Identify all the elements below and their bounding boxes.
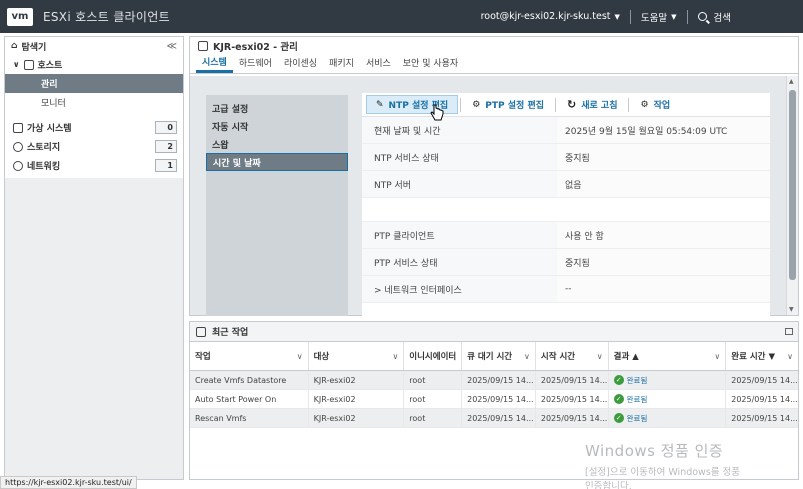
navigator-header: ⌂ 탐색기 ≪ (11, 40, 177, 53)
divider (628, 97, 630, 112)
nav-item-storage[interactable]: 스토리지 2 (5, 137, 183, 156)
count-badge: 2 (155, 140, 177, 153)
scroll-down-icon[interactable]: ▼ (789, 306, 794, 313)
chevron-down-icon: ▼ (614, 12, 620, 21)
detail-row-ntp-service-status: NTP 서비스 상태 중지됨 (362, 144, 770, 171)
vertical-scrollbar[interactable]: ▲ ▼ (786, 76, 798, 315)
subnav-advanced-settings[interactable]: 고급 설정 (206, 99, 348, 117)
tasks-grid-body: Create Vmfs Datastore KJR-esxi02 root 20… (190, 371, 798, 428)
navigator-panel: ⌂ 탐색기 ≪ ∨ 호스트 관리 모니터 가상 시스템 0 스토리지 2 네트워… (4, 36, 184, 480)
host-icon (198, 40, 208, 51)
chevron-down-icon[interactable]: ∨ (392, 352, 398, 361)
tasks-grid-header: 작업 ∨ 대상 ∨ 이니시에이터 큐 대기 시간 ∨ 시작 시간 ∨ 결과 ▲ ∨ 완료 … (190, 342, 798, 371)
chevron-down-icon[interactable]: ∨ (297, 352, 303, 361)
maximize-icon[interactable] (785, 328, 793, 335)
tab-system[interactable]: 시스템 (196, 55, 233, 73)
tab-security-users[interactable]: 보안 및 사용자 (397, 56, 464, 73)
host-icon (23, 59, 34, 70)
count-badge: 1 (155, 159, 177, 172)
table-row[interactable]: Auto Start Power On KJR-esxi02 root 2025… (190, 390, 798, 409)
column-header-task[interactable]: 작업 ∨ (190, 342, 309, 370)
success-check-icon: ✓ (613, 413, 624, 423)
vm-icon (13, 122, 23, 133)
vmware-logo: vm (7, 7, 33, 26)
column-header-initiator[interactable]: 이니시에이터 (404, 342, 463, 370)
gear-icon: ⚙ (640, 99, 649, 110)
success-check-icon: ✓ (613, 394, 624, 404)
recent-tasks-header: 최근 작업 (190, 322, 798, 342)
column-header-completed[interactable]: 완료 시간 ▼ ∨ (726, 342, 798, 370)
nav-item-manage[interactable]: 관리 (5, 74, 183, 93)
chevron-down-icon[interactable]: ∨ (524, 352, 530, 361)
app-title: ESXi 호스트 클라이언트 (43, 10, 170, 24)
success-check-icon: ✓ (613, 375, 624, 385)
count-badge: 0 (155, 121, 177, 134)
scroll-up-icon[interactable]: ▲ (789, 78, 794, 85)
toolbar: ✎ NTP 설정 편집 ⚙ PTP 설정 편집 ↻ 새로 고침 ⚙ 작업 (362, 93, 770, 117)
nav-item-virtual-machines[interactable]: 가상 시스템 0 (5, 118, 183, 137)
nav-item-host[interactable]: ∨ 호스트 (5, 55, 183, 74)
tab-bar: 시스템 하드웨어 라이센싱 패키지 서비스 보안 및 사용자 (190, 54, 798, 74)
subnav-time-date[interactable]: 시간 및 날짜 (206, 153, 348, 171)
detail-row-network-interfaces[interactable]: > 네트워크 인터페이스 -- (362, 276, 770, 303)
nav-item-networking[interactable]: 네트워킹 1 (5, 156, 183, 175)
manage-panel: KJR-esxi02 - 관리 시스템 하드웨어 라이센싱 패키지 서비스 보안… (189, 36, 799, 317)
chevron-down-icon[interactable]: ∨ (787, 352, 793, 361)
collapse-navigator-button[interactable]: ≪ (167, 41, 177, 52)
refresh-icon: ↻ (567, 98, 577, 111)
refresh-button[interactable]: ↻ 새로 고침 (558, 95, 626, 114)
home-icon: ⌂ (11, 41, 18, 51)
time-date-detail: ✎ NTP 설정 편집 ⚙ PTP 설정 편집 ↻ 새로 고침 ⚙ 작업 현재 … (362, 93, 770, 317)
divider (555, 97, 556, 112)
detail-row-current-time: 현재 날짜 및 시간 2025년 9월 15일 월요일 05:54:09 UTC (362, 117, 770, 144)
page-title: KJR-esxi02 - 관리 (190, 37, 798, 54)
detail-row-ptp-service-status: PTP 서비스 상태 중지됨 (362, 249, 770, 276)
chevron-down-icon[interactable]: ∨ (714, 352, 720, 361)
divider (460, 97, 462, 112)
search-icon (697, 12, 707, 21)
column-header-queued[interactable]: 큐 대기 시간 ∨ (462, 342, 536, 370)
search-button[interactable]: 검색 (688, 10, 803, 24)
tab-services[interactable]: 서비스 (360, 56, 397, 73)
detail-row-ntp-server: NTP 서버 없음 (362, 171, 770, 198)
navigator-background (5, 178, 183, 479)
scrollbar-thumb[interactable] (789, 90, 796, 280)
chevron-down-icon: ▼ (671, 12, 677, 21)
tab-hardware[interactable]: 하드웨어 (233, 56, 278, 73)
detail-row-ptp-client: PTP 클라이언트 사용 안 함 (362, 222, 770, 249)
column-header-started[interactable]: 시작 시간 ∨ (536, 342, 609, 370)
gear-icon: ⚙ (472, 99, 481, 110)
help-menu[interactable]: 도움말 ▼ (631, 10, 687, 24)
tab-licensing[interactable]: 라이센싱 (278, 56, 323, 73)
subnav-autostart[interactable]: 자동 시작 (206, 117, 348, 135)
hand-cursor-icon (430, 104, 444, 121)
column-header-target[interactable]: 대상 ∨ (309, 342, 405, 370)
storage-icon (13, 141, 23, 152)
detail-spacer (362, 198, 770, 222)
actions-button[interactable]: ⚙ 작업 (631, 95, 679, 114)
subnav-swap[interactable]: 스왑 (206, 135, 348, 153)
tab-packages[interactable]: 패키지 (323, 56, 360, 73)
nav-item-monitor[interactable]: 모니터 (5, 93, 183, 112)
table-row[interactable]: Create Vmfs Datastore KJR-esxi02 root 20… (190, 371, 798, 390)
edit-ptp-settings-button[interactable]: ⚙ PTP 설정 편집 (463, 95, 553, 114)
column-header-result[interactable]: 결과 ▲ ∨ (609, 342, 727, 370)
system-subnav: 고급 설정 자동 시작 스왑 시간 및 날짜 (206, 95, 348, 316)
edit-ntp-settings-button[interactable]: ✎ NTP 설정 편집 (366, 95, 459, 114)
table-row[interactable]: Rescan Vmfs KJR-esxi02 root 2025/09/15 1… (190, 409, 798, 428)
chevron-down-icon: ∨ (13, 60, 20, 69)
activation-watermark: Windows 정품 인증 [설정]으로 이동하여 Windows를 정품 인증… (585, 442, 741, 489)
status-url: https://kjr-esxi02.kjr-sku.test/ui/ (0, 476, 137, 489)
chevron-down-icon[interactable]: ∨ (597, 352, 603, 361)
pencil-icon: ✎ (376, 99, 384, 110)
top-bar: vm ESXi 호스트 클라이언트 root@kjr-esxi02.kjr-sk… (0, 0, 803, 33)
user-menu[interactable]: root@kjr-esxi02.kjr-sku.test ▼ (471, 11, 630, 22)
tasks-icon (196, 326, 206, 337)
network-icon (13, 160, 23, 171)
